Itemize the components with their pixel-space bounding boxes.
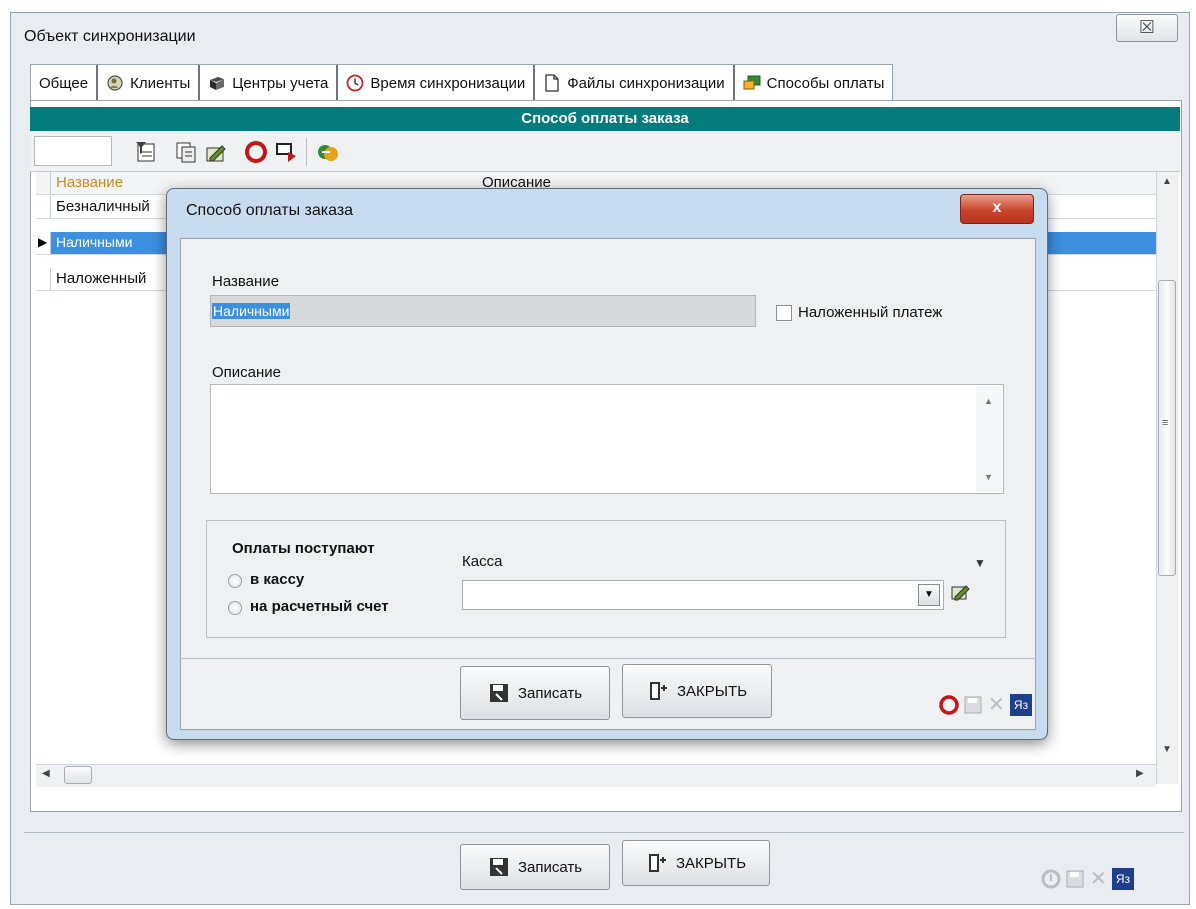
save-disabled-icon <box>1066 870 1084 888</box>
cancel-disabled-icon: ✕ <box>1090 868 1107 890</box>
clock-icon <box>346 74 364 92</box>
edit-record-icon[interactable] <box>204 140 228 164</box>
row-name: Наложенный <box>56 270 147 287</box>
save-disabled-icon <box>964 696 982 714</box>
payments-label: Оплаты поступают <box>232 540 375 557</box>
tab-sync-time[interactable]: Время синхронизации <box>338 65 536 101</box>
desc-scroll-up-icon[interactable]: ▲ <box>984 396 993 406</box>
tab-general[interactable]: Общее <box>31 65 99 101</box>
close-button[interactable]: ЗАКРЫТЬ <box>622 840 770 886</box>
window-title: Объект синхронизации <box>24 28 196 45</box>
tab-label: Клиенты <box>130 74 191 92</box>
refresh-disabled-icon <box>1041 869 1061 889</box>
scroll-up-icon[interactable]: ▲ <box>1162 176 1172 187</box>
cancel-disabled-icon: ✕ <box>988 694 1005 716</box>
scroll-left-icon[interactable]: ◀ <box>42 768 50 779</box>
vertical-scroll-thumb[interactable]: ≡ <box>1158 280 1176 576</box>
dialog-close-button[interactable]: x <box>960 194 1034 224</box>
tab-label: Файлы синхронизации <box>567 74 725 92</box>
description-scrollbar[interactable]: ▲ ▼ <box>976 386 1002 492</box>
dialog-title: Способ оплаты заказа <box>186 202 354 219</box>
toolbar-separator <box>306 138 307 166</box>
radio-cash-label: в кассу <box>250 571 305 588</box>
toolbar <box>30 131 1180 172</box>
file-icon <box>545 74 559 92</box>
dialog-close-label: ЗАКРЫТЬ <box>676 682 748 700</box>
save-icon <box>489 684 508 702</box>
radio-cash[interactable] <box>228 574 242 588</box>
radio-account-label: на расчетный счет <box>250 598 389 615</box>
language-icon[interactable]: Яз <box>1010 694 1032 716</box>
tab-bar: Общее Клиенты Центры учета Время синхрон… <box>30 64 894 102</box>
tab-payment-methods[interactable]: Способы оплаты <box>734 65 893 101</box>
name-input-value: Наличными <box>212 303 291 319</box>
dialog-save-label: Записать <box>517 684 583 702</box>
tab-label: Общее <box>39 74 89 92</box>
desc-scroll-down-icon[interactable]: ▼ <box>984 472 993 482</box>
tab-label: Время синхронизации <box>370 74 526 92</box>
chevron-down-icon[interactable]: ▼ <box>918 584 940 606</box>
horizontal-scrollbar[interactable] <box>36 764 1156 787</box>
radio-account[interactable] <box>228 601 242 615</box>
copy-record-icon[interactable] <box>174 140 198 164</box>
save-icon <box>489 858 508 876</box>
language-icon[interactable]: Яз <box>1112 868 1134 890</box>
toolbar-search-input[interactable] <box>34 136 112 166</box>
export-icon[interactable] <box>316 140 340 164</box>
refresh-icon[interactable] <box>244 140 268 164</box>
close-button-label: ЗАКРЫТЬ <box>675 854 747 872</box>
dialog-save-button[interactable]: Записать <box>460 666 610 720</box>
payment-icon <box>743 75 761 90</box>
row-name: Наличными <box>56 234 133 250</box>
cod-label: Наложенный платеж <box>798 304 943 321</box>
scroll-right-icon[interactable]: ▶ <box>1136 768 1144 779</box>
edit-kassa-icon[interactable] <box>950 580 972 602</box>
column-header-name[interactable]: Название <box>56 174 123 191</box>
filter-table-icon[interactable] <box>134 140 158 164</box>
save-button-label: Записать <box>517 858 583 876</box>
refresh-icon[interactable] <box>938 694 960 716</box>
description-textarea[interactable] <box>210 384 1004 494</box>
filter-icon[interactable]: ▼ <box>974 556 986 570</box>
row-name: Безналичный <box>56 198 150 215</box>
dialog-close-action-button[interactable]: ЗАКРЫТЬ <box>622 664 772 718</box>
kassa-combobox[interactable] <box>462 580 944 610</box>
name-label: Название <box>212 273 280 290</box>
save-button[interactable]: Записать <box>460 844 610 890</box>
name-input[interactable] <box>210 295 756 327</box>
clients-icon <box>107 75 123 91</box>
tab-clients[interactable]: Клиенты <box>98 65 201 101</box>
exit-icon <box>649 682 667 700</box>
kassa-label: Касса <box>462 553 503 570</box>
tab-sync-files[interactable]: Файлы синхронизации <box>535 65 735 101</box>
tab-accounting-centers[interactable]: Центры учета <box>200 65 339 101</box>
book-icon <box>210 77 225 90</box>
exit-icon <box>648 854 666 872</box>
panel-header: Способ оплаты заказа <box>30 107 1180 131</box>
description-label: Описание <box>212 364 282 381</box>
scroll-down-icon[interactable]: ▼ <box>1162 744 1172 755</box>
cod-checkbox[interactable] <box>776 305 792 321</box>
horizontal-scroll-thumb[interactable] <box>64 766 92 784</box>
tab-label: Центры учета <box>232 74 329 92</box>
payments-group <box>206 520 1006 638</box>
monitor-icon[interactable] <box>274 140 298 164</box>
tab-label: Способы оплаты <box>766 74 885 92</box>
row-pointer-icon: ▶ <box>38 235 48 249</box>
window-close-button[interactable]: ☒ <box>1116 14 1178 42</box>
